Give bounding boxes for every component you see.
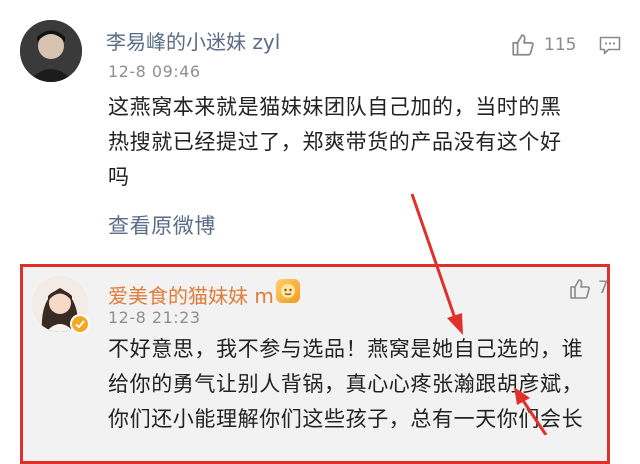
reply-text-line: 你们还小能理解你们这些孩子，总有一天你们会长 xyxy=(108,407,584,431)
comment-text-line: 热搜就已经提过了，郑爽带货的产品没有这个好 xyxy=(108,130,562,154)
reply-text: 不好意思，我不参与选品！燕窝是她自己选的，谁 给你的勇气让别人背锅，真心心疼张瀚… xyxy=(108,332,608,437)
like-count: 115 xyxy=(544,35,577,55)
comment-text: 这燕窝本来就是猫妹妹团队自己加的，当时的黑 热搜就已经提过了，郑爽带货的产品没有… xyxy=(108,90,628,195)
comment-text-line: 这燕窝本来就是猫妹妹团队自己加的，当时的黑 xyxy=(108,95,562,119)
thumbs-up-icon xyxy=(570,279,590,299)
person-avatar-image xyxy=(20,20,82,82)
reply-like-button[interactable]: 7 xyxy=(568,276,609,302)
comment-timestamp: 12-8 09:46 xyxy=(108,62,201,81)
reply-text-line: 给你的勇气让别人背锅，真心心疼张瀚跟胡彦斌， xyxy=(108,372,584,396)
reply-author-name[interactable]: 爱美食的猫妹妹 m xyxy=(108,280,274,309)
view-original-post-link[interactable]: 查看原微博 xyxy=(108,210,216,240)
comment-text-line: 吗 xyxy=(108,165,130,189)
comment-author-name[interactable]: 李易峰的小迷妹 zyl xyxy=(106,26,280,55)
reply-timestamp: 12-8 21:23 xyxy=(108,308,201,327)
reply-like-count: 7 xyxy=(598,278,609,298)
reply-button[interactable] xyxy=(598,33,622,57)
verified-badge-icon xyxy=(70,314,90,334)
vip-badge-icon xyxy=(276,279,300,303)
reply-text-line: 不好意思，我不参与选品！燕窝是她自己选的，谁 xyxy=(108,337,584,361)
comment-avatar[interactable] xyxy=(20,20,82,82)
thumbs-up-icon xyxy=(512,34,534,56)
comment-icon xyxy=(599,36,621,55)
